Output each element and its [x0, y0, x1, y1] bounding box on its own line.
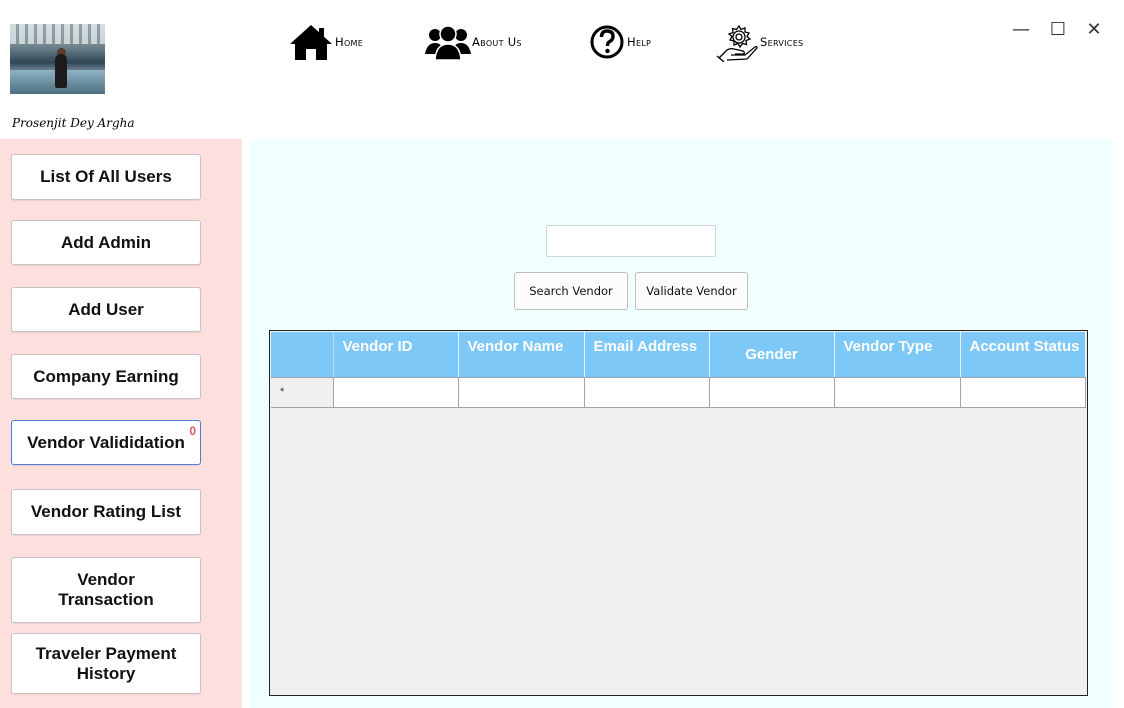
- vendor-data-grid[interactable]: Vendor ID Vendor Name Email Address Gend…: [269, 330, 1088, 696]
- grid-new-row[interactable]: *: [271, 377, 1086, 408]
- add-admin-button[interactable]: Add Admin: [11, 220, 201, 265]
- minimize-button[interactable]: —: [1011, 20, 1031, 40]
- nav-about-label: About Us: [472, 35, 522, 49]
- sidebar: List Of All Users Add Admin Add User Com…: [0, 139, 242, 708]
- vendor-search-input[interactable]: [546, 225, 716, 257]
- profile-name: Prosenjit Dey Argha: [12, 116, 135, 130]
- nav-services-label: Services: [760, 35, 804, 49]
- vendor-validation-button[interactable]: Vendor Valididation 0: [11, 420, 201, 465]
- nav-help-label: Help: [627, 35, 652, 49]
- help-icon: [590, 25, 624, 59]
- list-of-all-users-label: List Of All Users: [40, 167, 172, 186]
- grid-cell[interactable]: [333, 377, 459, 408]
- nav-help[interactable]: Help: [590, 22, 651, 62]
- column-header-vendor-name[interactable]: Vendor Name: [458, 332, 585, 378]
- add-user-button[interactable]: Add User: [11, 287, 201, 332]
- vendor-transaction-button[interactable]: Vendor Transaction: [11, 557, 201, 623]
- validate-vendor-button[interactable]: Validate Vendor: [635, 272, 748, 310]
- grid-cell[interactable]: [584, 377, 710, 408]
- home-icon: [290, 25, 332, 60]
- new-row-marker[interactable]: *: [271, 377, 334, 408]
- vendor-rating-list-label: Vendor Rating List: [30, 502, 182, 521]
- add-admin-label: Add Admin: [60, 232, 152, 252]
- traveler-payment-history-button[interactable]: Traveler Payment History: [11, 633, 201, 694]
- traveler-payment-history-label: Traveler Payment History: [35, 643, 177, 683]
- vendor-rating-list-button[interactable]: Vendor Rating List: [11, 489, 201, 535]
- nav-home[interactable]: Home: [288, 22, 363, 62]
- column-header-vendor-id[interactable]: Vendor ID: [333, 332, 459, 378]
- grid-cell[interactable]: [709, 377, 835, 408]
- maximize-button[interactable]: ☐: [1048, 20, 1068, 40]
- close-button[interactable]: ✕: [1084, 20, 1104, 40]
- pending-count-badge: 0: [189, 424, 196, 438]
- vendor-validation-label: Vendor Valididation: [27, 432, 185, 452]
- grid-cell[interactable]: [960, 377, 1086, 408]
- column-header-account-status[interactable]: Account Status: [960, 332, 1086, 378]
- column-header-email-address[interactable]: Email Address: [584, 332, 710, 378]
- company-earning-label: Company Earning: [33, 366, 179, 386]
- nav-home-label: Home: [335, 35, 364, 49]
- users-icon: [425, 25, 471, 61]
- nav-about-us[interactable]: About Us: [425, 22, 522, 62]
- company-earning-button[interactable]: Company Earning: [11, 354, 201, 399]
- grid-header-row: Vendor ID Vendor Name Email Address Gend…: [271, 332, 1086, 378]
- add-user-label: Add User: [68, 299, 144, 319]
- grid-cell[interactable]: [458, 377, 585, 408]
- column-header-vendor-type[interactable]: Vendor Type: [834, 332, 961, 378]
- nav-services[interactable]: Services: [715, 22, 803, 62]
- search-vendor-button[interactable]: Search Vendor: [514, 272, 628, 310]
- main-panel: Search Vendor Validate Vendor Vendor ID …: [250, 139, 1112, 708]
- grid-cell[interactable]: [834, 377, 961, 408]
- services-gear-hand-icon: [716, 24, 758, 62]
- profile-photo: [10, 24, 105, 94]
- column-header-gender[interactable]: Gender: [709, 332, 835, 378]
- vendor-transaction-label: Vendor Transaction: [58, 570, 154, 609]
- grid-corner-header: [271, 332, 334, 378]
- list-of-all-users-button[interactable]: List Of All Users: [11, 154, 201, 200]
